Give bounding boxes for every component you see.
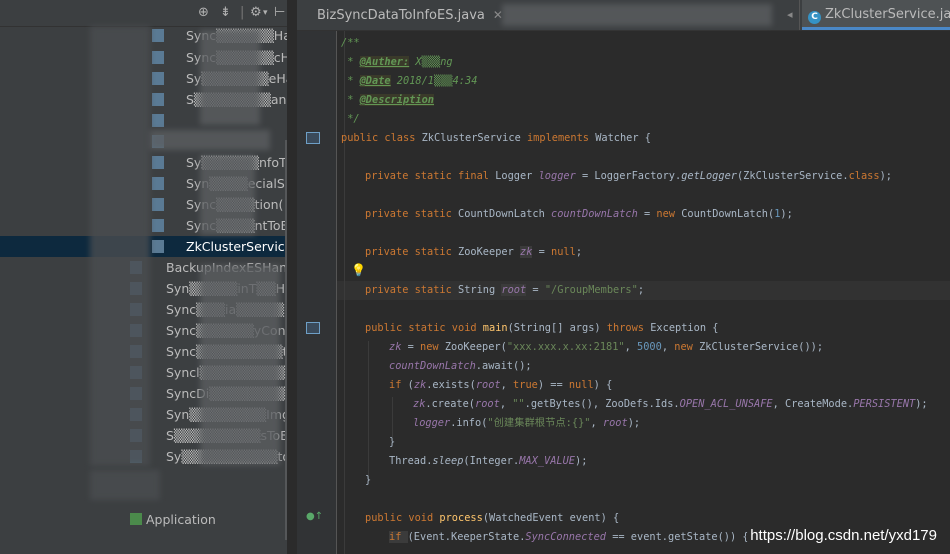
- code-line: */: [341, 113, 360, 125]
- code-line: public static void main(String[] args) t…: [365, 322, 719, 334]
- code-line: * @Description: [341, 94, 435, 106]
- project-panel-header: ⊕ ⇟ | ⚙ ▾ ⊢: [0, 0, 287, 27]
- code-line: public class ZkClusterService implements…: [341, 132, 651, 144]
- divider: [287, 0, 289, 554]
- module-icon: [130, 513, 142, 525]
- code-line: zk.create(root, "".getBytes(), ZooDefs.I…: [413, 398, 928, 410]
- code-line: public void process(WatchedEvent event) …: [365, 512, 620, 524]
- indent-guide: [392, 397, 393, 437]
- tree-item-label: Application: [146, 512, 216, 527]
- indent-guide: [368, 341, 369, 481]
- blur-region: [150, 130, 270, 150]
- target-icon[interactable]: ⊕: [198, 5, 209, 20]
- code-line: Thread.sleep(Integer.MAX_VALUE);: [389, 455, 588, 467]
- code-line: /**: [341, 37, 360, 49]
- blur-region: [502, 4, 772, 26]
- tab-label: BizSyncDataToInfoES.java: [317, 8, 485, 23]
- code-editor[interactable]: ●↑ 💡 /** * @Auther: X▒▒▒ng * @Date 2018/…: [297, 31, 950, 554]
- tab-scroll-left-icon[interactable]: ◂: [787, 0, 793, 30]
- class-file-icon: [152, 51, 164, 64]
- implements-icon[interactable]: [306, 132, 320, 144]
- code-line: }: [389, 436, 396, 448]
- gear-icon[interactable]: ⚙: [250, 5, 262, 20]
- watermark: https://blog.csdn.net/yxd179: [747, 527, 940, 544]
- code-line: * @Date 2018/1▒▒▒4:34: [341, 75, 478, 87]
- override-icon[interactable]: ●↑: [306, 511, 323, 522]
- blur-region: [90, 26, 150, 466]
- code-line: * @Auther: X▒▒▒ng: [341, 56, 453, 68]
- class-file-icon: [152, 93, 164, 106]
- class-file-icon: [152, 240, 164, 253]
- lightbulb-icon[interactable]: 💡: [351, 263, 366, 277]
- code-line: logger.info("创建集群根节点:{}", root);: [413, 417, 641, 429]
- collapse-icon[interactable]: ⇟: [220, 5, 231, 20]
- chevron-down-icon[interactable]: ▾: [263, 8, 268, 18]
- class-file-icon: [152, 72, 164, 85]
- hide-icon[interactable]: ⊢: [274, 5, 285, 20]
- code-line: zk = new ZooKeeper("xxx.xxx.x.xx:2181", …: [389, 341, 824, 353]
- code-line: private static CountDownLatch countDownL…: [365, 208, 793, 220]
- tree-item-application[interactable]: Application: [0, 509, 287, 530]
- editor-tab-bar: BizSyncDataToInfoES.java ✕ ◂ C ZkClusterSe…: [297, 0, 950, 31]
- code-line: if (Event.KeeperState.SyncConnected == e…: [389, 531, 749, 543]
- code-line: private static final Logger logger = Log…: [365, 170, 892, 182]
- code-line: private static String root = "/GroupMemb…: [365, 284, 645, 296]
- separator: [799, 0, 800, 30]
- tab-zkclusterservice[interactable]: C ZkClusterService.java: [802, 0, 950, 30]
- code-line: if (zk.exists(root, true) == null) {: [389, 379, 613, 391]
- blur-region: [200, 155, 255, 235]
- blur-region: [200, 30, 260, 125]
- editor-gutter: [297, 31, 337, 554]
- separator: |: [240, 5, 245, 20]
- code-line: countDownLatch.await();: [389, 360, 532, 372]
- class-file-icon: [152, 114, 164, 127]
- code-line: private static ZooKeeper zk = null;: [365, 246, 583, 258]
- blur-region: [200, 265, 280, 465]
- class-file-icon: [152, 198, 164, 211]
- implements-icon[interactable]: [306, 322, 320, 334]
- tab-label: ZkClusterService.java: [825, 7, 950, 22]
- tree-item-label: ZkClusterService: [186, 239, 287, 254]
- class-file-icon: [152, 156, 164, 169]
- tab-bizsyncdatatoinfoes[interactable]: BizSyncDataToInfoES.java ✕: [317, 0, 503, 30]
- project-panel: ⊕ ⇟ | ⚙ ▾ ⊢ Sync▒▒▒▒▒▒HanSync▒▒▒▒▒▒cHanS…: [0, 0, 287, 554]
- code-line: }: [365, 474, 372, 486]
- class-file-icon: [152, 29, 164, 42]
- class-file-icon: [152, 177, 164, 190]
- class-file-icon: [152, 219, 164, 232]
- blur-region: [90, 470, 160, 500]
- class-icon: C: [808, 11, 821, 24]
